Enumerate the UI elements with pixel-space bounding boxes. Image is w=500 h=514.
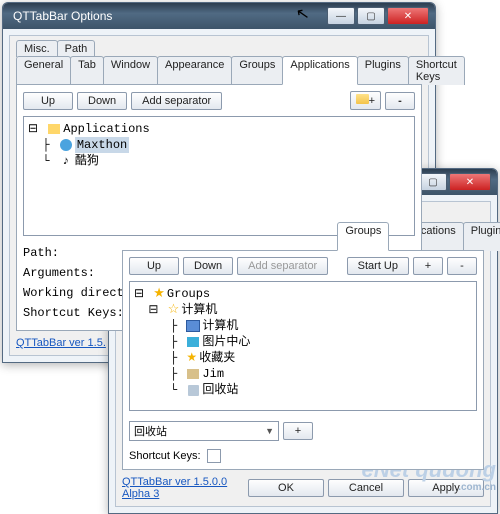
close-button[interactable]: ✕ [449, 173, 491, 191]
groups-tree[interactable]: ⊟ ★Groups ⊟ ☆计算机 ├ 计算机 ├ 图片中心 ├ ★收藏夹 ├ J… [129, 281, 477, 411]
folder-plus-icon [356, 94, 369, 104]
apply-button[interactable]: Apply [408, 479, 484, 497]
add-folder-button[interactable]: + [350, 91, 381, 110]
favorites-icon: ★ [186, 350, 197, 366]
cancel-button[interactable]: Cancel [328, 479, 404, 497]
tree-item-kugou[interactable]: 酷狗 [75, 153, 99, 169]
star-icon: ☆ [168, 302, 180, 318]
version-link[interactable]: QTTabBar ver 1.5.0.0 Alpha 3 [122, 476, 248, 500]
tab-window[interactable]: Window [103, 56, 158, 85]
window-title: QTTabBar Options [9, 9, 327, 23]
tab-row-upper: Misc. Path [16, 40, 422, 57]
remove-button[interactable]: - [447, 257, 477, 275]
tab-groups[interactable]: Groups [231, 56, 283, 85]
tree-item[interactable]: 图片中心 [202, 334, 250, 350]
star-icon: ★ [153, 286, 165, 302]
minus-icon: - [398, 95, 402, 107]
pictures-icon [187, 337, 199, 347]
computer-icon [186, 320, 200, 332]
tab-tab[interactable]: Tab [70, 56, 104, 85]
ok-button[interactable]: OK [248, 479, 324, 497]
remove-button[interactable]: - [385, 92, 415, 110]
titlebar[interactable]: QTTabBar Options — ▢ ✕ [3, 3, 435, 29]
down-button[interactable]: Down [183, 257, 233, 275]
tab-row-lower: General Tab Window Appearance Groups App… [16, 56, 422, 85]
tree-group[interactable]: 计算机 [181, 302, 217, 318]
tree-item[interactable]: 计算机 [202, 318, 238, 334]
tree-item[interactable]: Jim [202, 366, 224, 382]
recycle-bin-icon [188, 385, 199, 396]
maxthon-icon [60, 139, 72, 151]
maximize-button[interactable]: ▢ [357, 7, 385, 25]
combo-value: 回收站 [134, 423, 167, 439]
shortcut-keys-label: Shortcut Keys: [129, 450, 201, 462]
tree-item[interactable]: 收藏夹 [199, 350, 235, 366]
add-separator-button[interactable]: Add separator [237, 257, 328, 275]
tab-plugins[interactable]: Plugins [357, 56, 409, 85]
tree-root: Applications [63, 121, 149, 137]
shortcut-checkbox[interactable] [207, 449, 221, 463]
tab-applications[interactable]: Applications [282, 56, 357, 85]
tree-item-maxthon[interactable]: Maxthon [75, 137, 129, 153]
minimize-button[interactable]: — [327, 7, 355, 25]
tab-general[interactable]: General [16, 56, 71, 85]
up-button[interactable]: Up [23, 92, 73, 110]
tab-shortcut-keys[interactable]: Shortcut Keys [408, 56, 465, 85]
tab-groups[interactable]: Groups [337, 222, 389, 251]
add-separator-button[interactable]: Add separator [131, 92, 222, 110]
tree-item[interactable]: 回收站 [202, 382, 238, 398]
add-path-button[interactable]: + [283, 422, 313, 440]
add-button[interactable]: + [413, 257, 443, 275]
tab-plugins[interactable]: Plugins [463, 222, 500, 251]
applications-tree[interactable]: ⊟ Applications ├ Maxthon └ ♪酷狗 [23, 116, 415, 236]
startup-button[interactable]: Start Up [347, 257, 409, 275]
down-button[interactable]: Down [77, 92, 127, 110]
app-icon: ♪ [59, 154, 73, 168]
tab-path[interactable]: Path [57, 40, 96, 57]
tab-page: Up Down Add separator Start Up + - ⊟ ★Gr… [122, 250, 484, 470]
tree-root: Groups [167, 286, 210, 302]
up-button[interactable]: Up [129, 257, 179, 275]
chevron-down-icon: ▼ [265, 426, 274, 436]
maximize-button[interactable]: ▢ [419, 173, 447, 191]
tab-appearance[interactable]: Appearance [157, 56, 232, 85]
close-button[interactable]: ✕ [387, 7, 429, 25]
applications-icon [48, 124, 60, 134]
path-combo[interactable]: 回收站 ▼ [129, 421, 279, 441]
version-link[interactable]: QTTabBar ver 1.5. [16, 337, 106, 349]
user-folder-icon [187, 369, 199, 379]
tab-misc[interactable]: Misc. [16, 40, 58, 57]
